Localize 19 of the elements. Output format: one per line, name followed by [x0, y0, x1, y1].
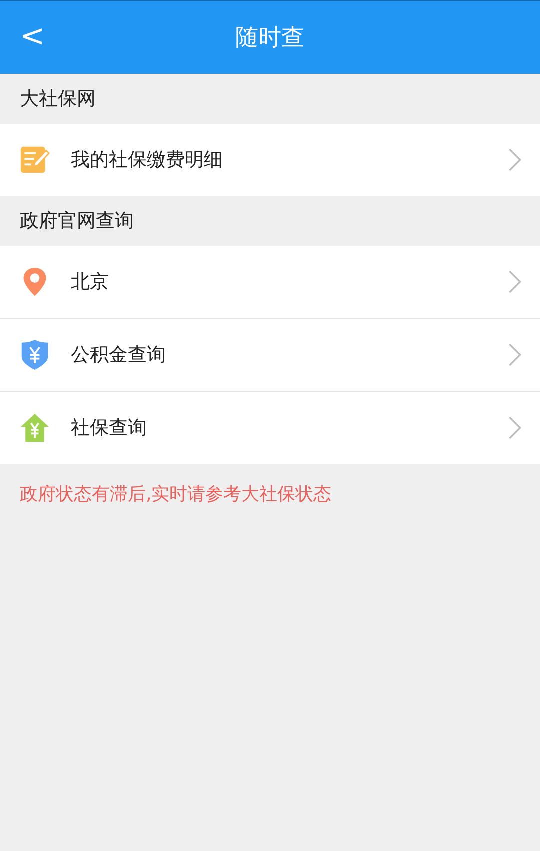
list-item[interactable]: 公积金查询: [0, 319, 540, 392]
list-item[interactable]: 北京: [0, 246, 540, 319]
item-label: 我的社保缴费明细: [71, 148, 224, 173]
notepad-pencil-icon: [20, 145, 50, 175]
notice-text: 政府状态有滞后,实时请参考大社保状态: [19, 483, 333, 507]
list-item[interactable]: 社保查询: [0, 392, 540, 464]
chevron-right-icon: [508, 415, 522, 441]
item-label: 社保查询: [71, 416, 148, 441]
section-header: 大社保网: [19, 87, 97, 112]
page-title: 随时查: [236, 24, 304, 53]
list-item[interactable]: 我的社保缴费明细: [0, 124, 540, 196]
yen-house-icon: [20, 413, 50, 443]
item-label: 公积金查询: [71, 343, 167, 368]
yen-shield-icon: [20, 340, 50, 370]
chevron-right-icon: [508, 342, 522, 368]
section-header: 政府官网查询: [19, 209, 135, 234]
item-label: 北京: [71, 270, 110, 295]
chevron-right-icon: [508, 147, 522, 173]
chevron-right-icon: [508, 269, 522, 295]
